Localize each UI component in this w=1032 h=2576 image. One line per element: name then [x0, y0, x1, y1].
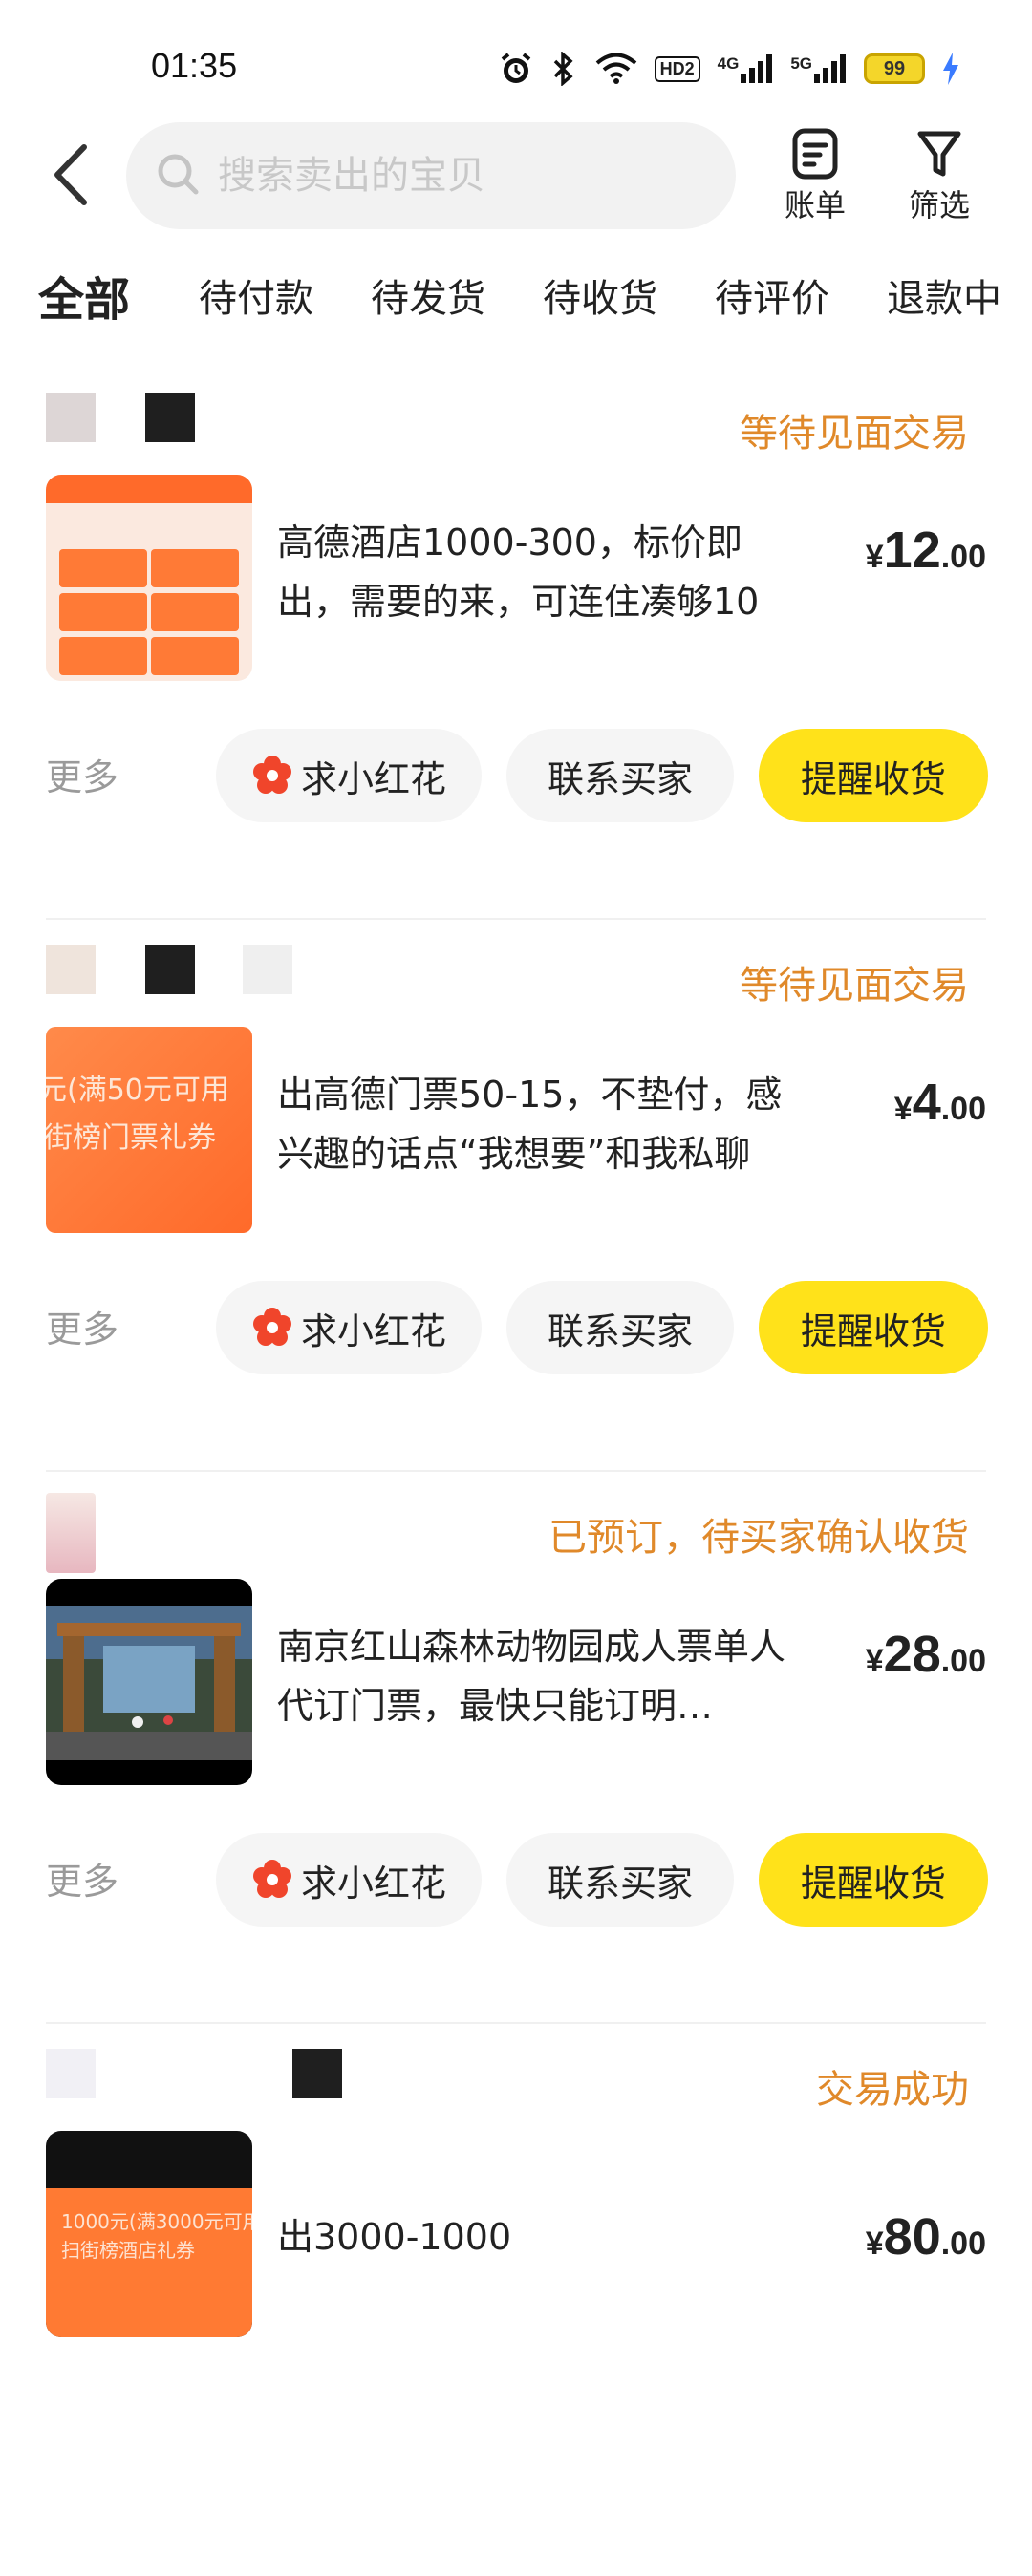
order-actions: 更多 求小红花 联系买家 提醒收货	[46, 1281, 988, 1374]
avatar	[46, 945, 96, 994]
order-card[interactable]: 已预订，待买家确认收货 南京红山森林动物园成人票单人代订门票，最快只能订明… ¥…	[0, 1472, 1032, 2024]
filter-icon	[896, 126, 982, 181]
order-status: 等待见面交易	[740, 964, 969, 1008]
item-title: 高德酒店1000-300，标价即出，需要的来，可连住凑够10	[277, 522, 760, 623]
item-row[interactable]: 南京红山森林动物园成人票单人代订门票，最快只能订明… ¥28.00	[46, 1579, 986, 1785]
battery-icon: 99	[864, 53, 925, 84]
remind-receipt-button[interactable]: 提醒收货	[759, 1281, 988, 1374]
bill-icon	[772, 126, 858, 181]
avatar	[292, 2049, 342, 2098]
avatar	[243, 945, 292, 994]
filter-button[interactable]: 筛选	[896, 126, 982, 225]
search-icon	[155, 151, 201, 201]
coupon-thumbnail-image	[46, 475, 252, 681]
item-title: 出3000-1000	[277, 2216, 512, 2258]
header: 账单 筛选	[0, 115, 1032, 229]
tab-pending-review[interactable]: 待评价	[715, 267, 829, 323]
bluetooth-icon	[549, 52, 578, 86]
contact-buyer-button[interactable]: 联系买家	[506, 729, 734, 822]
tab-pending-payment[interactable]: 待付款	[199, 267, 313, 323]
tab-all[interactable]: 全部	[34, 262, 135, 329]
item-price: ¥12.00	[865, 522, 986, 579]
order-status: 交易成功	[816, 2068, 969, 2112]
buyer-info[interactable]: 等待见面交易	[46, 387, 982, 456]
tab-refunding[interactable]: 退款中	[887, 267, 1001, 323]
more-button[interactable]: 更多	[46, 1852, 118, 1905]
buyer-info[interactable]: 已预订，待买家确认收货	[46, 1491, 982, 1573]
flower-icon	[251, 1859, 293, 1901]
item-price: ¥28.00	[865, 1626, 986, 1683]
network-label-5g: 5G	[790, 54, 812, 73]
signal-icon: 4G	[718, 54, 774, 83]
buyer-info[interactable]: 交易成功	[46, 2043, 982, 2112]
item-title: 出高德门票50-15，不垫付，感兴趣的话点“我想要”和我私聊	[277, 1074, 783, 1175]
order-actions: 更多 求小红花 联系买家 提醒收货	[46, 729, 988, 822]
thumbnail-text: 街榜门票礼券	[46, 1121, 216, 1155]
more-button[interactable]: 更多	[46, 748, 118, 800]
avatar	[46, 393, 96, 442]
ask-flower-button[interactable]: 求小红花	[216, 1833, 482, 1927]
order-tabs: 全部 待付款 待发货 待收货 待评价 退款中	[0, 258, 1032, 334]
flower-icon	[251, 1307, 293, 1349]
thumbnail-text: 扫街榜酒店礼券	[61, 2239, 195, 2262]
contact-buyer-button[interactable]: 联系买家	[506, 1833, 734, 1927]
filter-label: 筛选	[908, 187, 970, 224]
order-card[interactable]: 交易成功 1000元(满3000元可用) 扫街榜酒店礼券 出3000-1000 …	[0, 2024, 1032, 2576]
zoo-gate-photo	[46, 1606, 252, 1760]
bill-button[interactable]: 账单	[772, 126, 858, 225]
order-list: 等待见面交易 高德酒店1000-300，标价即出，需要的来，可连住凑够10 ¥1…	[0, 368, 1032, 2576]
status-icons: HD2 4G 5G 99	[500, 48, 959, 90]
ask-flower-button[interactable]: 求小红花	[216, 1281, 482, 1374]
item-price: ¥4.00	[893, 1074, 986, 1131]
order-card[interactable]: 等待见面交易 高德酒店1000-300，标价即出，需要的来，可连住凑够10 ¥1…	[0, 368, 1032, 920]
status-time: 01:35	[151, 46, 238, 85]
item-title: 南京红山森林动物园成人票单人代订门票，最快只能订明…	[277, 1626, 786, 1727]
contact-buyer-button[interactable]: 联系买家	[506, 1281, 734, 1374]
item-thumbnail[interactable]	[46, 475, 252, 681]
remind-receipt-button[interactable]: 提醒收货	[759, 729, 988, 822]
item-thumbnail[interactable]: 元(满50元可用 街榜门票礼券	[46, 1027, 252, 1233]
charging-icon	[942, 53, 959, 85]
buyer-info[interactable]: 等待见面交易	[46, 939, 982, 1008]
tab-pending-shipment[interactable]: 待发货	[371, 267, 485, 323]
remind-receipt-button[interactable]: 提醒收货	[759, 1833, 988, 1927]
order-status: 已预订，待买家确认收货	[548, 1516, 969, 1560]
thumbnail-text: 元(满50元可用	[46, 1074, 229, 1107]
back-arrow-icon	[54, 144, 87, 205]
avatar	[46, 2049, 96, 2098]
avatar	[46, 1493, 96, 1573]
signal-icon: 5G	[790, 54, 847, 83]
back-button[interactable]	[48, 141, 96, 208]
alarm-icon	[500, 52, 532, 86]
search-box[interactable]	[126, 122, 736, 229]
thumbnail-text: 1000元(满3000元可用)	[61, 2210, 252, 2233]
flower-icon	[251, 755, 293, 797]
item-price: ¥80.00	[865, 2208, 986, 2266]
item-thumbnail[interactable]: 1000元(满3000元可用) 扫街榜酒店礼券	[46, 2131, 252, 2337]
order-card[interactable]: 等待见面交易 元(满50元可用 街榜门票礼券 出高德门票50-15，不垫付，感兴…	[0, 920, 1032, 1472]
item-row[interactable]: 元(满50元可用 街榜门票礼券 出高德门票50-15，不垫付，感兴趣的话点“我想…	[46, 1027, 986, 1233]
avatar	[145, 393, 195, 442]
order-actions: 更多 求小红花 联系买家 提醒收货	[46, 1833, 988, 1927]
search-input[interactable]	[218, 154, 715, 198]
hd-icon: HD2	[654, 55, 700, 82]
item-row[interactable]: 高德酒店1000-300，标价即出，需要的来，可连住凑够10 ¥12.00	[46, 475, 986, 681]
item-thumbnail[interactable]	[46, 1579, 252, 1785]
tab-pending-receipt[interactable]: 待收货	[543, 267, 657, 323]
network-label-4g: 4G	[717, 54, 740, 73]
avatar	[145, 945, 195, 994]
item-row[interactable]: 1000元(满3000元可用) 扫街榜酒店礼券 出3000-1000 ¥80.0…	[46, 2131, 986, 2337]
order-status: 等待见面交易	[740, 412, 969, 456]
bill-label: 账单	[784, 187, 846, 224]
status-bar: 01:35 HD2 4G 5G 99	[0, 0, 1032, 124]
ask-flower-button[interactable]: 求小红花	[216, 729, 482, 822]
wifi-icon	[595, 53, 637, 85]
more-button[interactable]: 更多	[46, 1300, 118, 1352]
